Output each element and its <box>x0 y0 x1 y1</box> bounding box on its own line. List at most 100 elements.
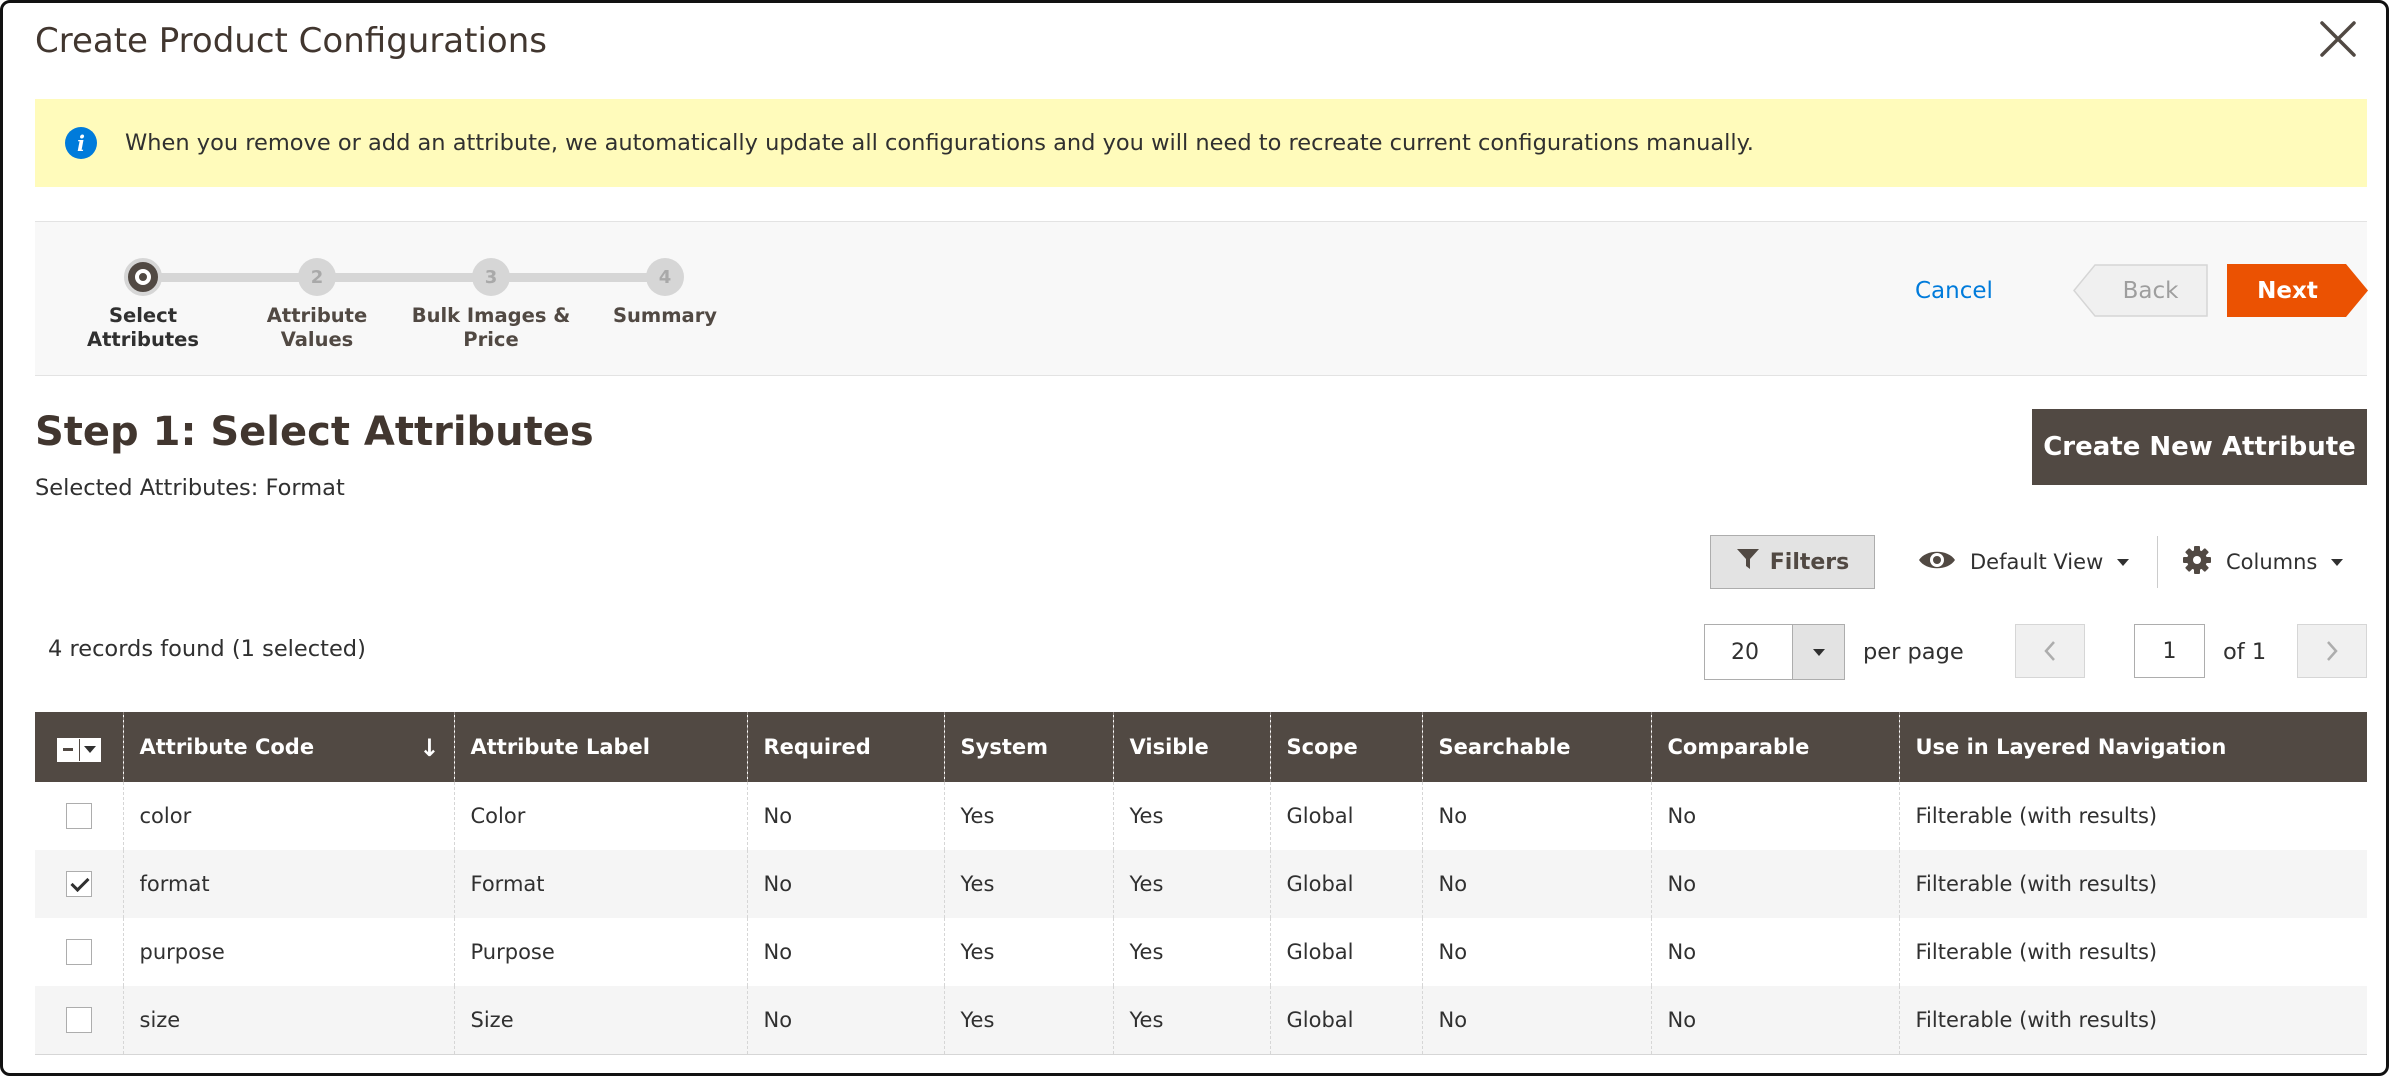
chevron-down-icon <box>80 739 100 761</box>
cell-scope: Global <box>1269 986 1422 1055</box>
table-row[interactable]: format Format No Yes Yes Global No No Fi… <box>35 850 2367 918</box>
wizard-bar: Select Attributes 2 Attribute Values 3 B… <box>35 221 2368 376</box>
columns-label: Columns <box>2226 550 2318 574</box>
cell-system: Yes <box>943 850 1113 918</box>
row-checkbox[interactable] <box>65 939 92 965</box>
cell-comparable: No <box>1650 986 1899 1055</box>
wizard-step-attribute-values[interactable]: 2 Attribute Values <box>217 258 417 352</box>
filters-button[interactable]: Filters <box>1710 535 1875 589</box>
chevron-down-icon <box>2331 558 2344 566</box>
step-label: Attribute Values <box>266 304 368 351</box>
cell-required: No <box>746 850 944 918</box>
toolbar-divider <box>2157 536 2158 588</box>
attributes-grid: Attribute Code ↓ Attribute Label Required… <box>35 712 2367 1055</box>
mass-select-header[interactable] <box>35 712 123 782</box>
wizard-step-bulk-images-price[interactable]: 3 Bulk Images & Price <box>391 258 591 352</box>
cell-layered-navigation: Filterable (with results) <box>1898 918 2367 986</box>
wizard-step-select-attributes[interactable]: Select Attributes <box>43 258 243 352</box>
column-header-layered-navigation[interactable]: Use in Layered Navigation <box>1898 712 2367 782</box>
column-header-attribute-code[interactable]: Attribute Code ↓ <box>122 712 454 782</box>
sort-down-icon: ↓ <box>419 734 440 762</box>
row-checkbox[interactable] <box>65 1006 92 1033</box>
cell-attribute-label: Size <box>453 986 747 1055</box>
back-button[interactable]: Back <box>2073 264 2208 317</box>
cell-required: No <box>746 986 944 1055</box>
column-header-attribute-label[interactable]: Attribute Label <box>453 712 747 782</box>
mass-select-control[interactable] <box>56 737 101 762</box>
create-new-attribute-button[interactable]: Create New Attribute <box>2032 409 2367 485</box>
table-row[interactable]: purpose Purpose No Yes Yes Global No No … <box>35 918 2367 986</box>
per-page-value: 20 <box>1731 639 1759 665</box>
wizard-step-summary[interactable]: 4 Summary <box>565 258 765 328</box>
column-header-required[interactable]: Required <box>746 712 944 782</box>
notice-message: When you remove or add an attribute, we … <box>125 130 1754 156</box>
cell-visible: Yes <box>1112 782 1270 850</box>
cell-scope: Global <box>1269 782 1422 850</box>
column-header-visible[interactable]: Visible <box>1112 712 1270 782</box>
cell-layered-navigation: Filterable (with results) <box>1898 986 2367 1055</box>
step-number: 4 <box>646 258 684 296</box>
step-title: Step 1: Select Attributes <box>35 409 594 455</box>
selected-attributes: Selected Attributes: Format <box>35 475 345 501</box>
column-header-searchable[interactable]: Searchable <box>1421 712 1651 782</box>
info-icon: i <box>65 127 97 159</box>
table-row[interactable]: color Color No Yes Yes Global No No Filt… <box>35 782 2367 850</box>
next-button-label: Next <box>2257 277 2318 304</box>
column-header-comparable[interactable]: Comparable <box>1650 712 1899 782</box>
per-page-dropdown-toggle[interactable] <box>1792 625 1844 679</box>
chevron-down-icon <box>1812 648 1825 656</box>
modal-title: Create Product Configurations <box>35 21 547 61</box>
filter-icon <box>1736 547 1760 577</box>
modal-frame: Create Product Configurations i When you… <box>0 0 2389 1076</box>
next-button[interactable]: Next <box>2227 264 2368 317</box>
cell-visible: Yes <box>1112 850 1270 918</box>
page-of-total: of 1 <box>2223 639 2267 665</box>
cell-layered-navigation: Filterable (with results) <box>1898 850 2367 918</box>
next-page-button[interactable] <box>2297 624 2367 678</box>
cell-visible: Yes <box>1112 918 1270 986</box>
cell-layered-navigation: Filterable (with results) <box>1898 782 2367 850</box>
cell-comparable: No <box>1650 850 1899 918</box>
columns-dropdown[interactable]: Columns <box>2182 544 2344 580</box>
back-button-label: Back <box>2122 277 2179 304</box>
cell-attribute-label: Color <box>453 782 747 850</box>
chevron-left-icon <box>2044 641 2055 661</box>
cell-attribute-code: format <box>122 850 454 918</box>
cell-scope: Global <box>1269 850 1422 918</box>
eye-icon <box>1918 548 1956 577</box>
grid-header-row: Attribute Code ↓ Attribute Label Required… <box>35 712 2367 782</box>
page-number-input[interactable] <box>2134 624 2205 678</box>
cell-visible: Yes <box>1112 986 1270 1055</box>
cell-comparable: No <box>1650 918 1899 986</box>
per-page-select[interactable]: 20 <box>1704 624 1845 680</box>
chevron-right-icon <box>2327 641 2338 661</box>
notice-banner: i When you remove or add an attribute, w… <box>35 99 2367 187</box>
cell-comparable: No <box>1650 782 1899 850</box>
default-view-label: Default View <box>1970 550 2104 574</box>
default-view-dropdown[interactable]: Default View <box>1918 544 2130 580</box>
minus-icon <box>57 738 80 761</box>
cell-attribute-label: Purpose <box>453 918 747 986</box>
step-label: Select Attributes <box>86 304 200 351</box>
column-header-system[interactable]: System <box>943 712 1113 782</box>
close-icon[interactable] <box>2316 17 2360 61</box>
step-number: 3 <box>472 258 510 296</box>
cell-attribute-code: purpose <box>122 918 454 986</box>
step-active-indicator <box>124 258 162 296</box>
filters-label: Filters <box>1769 549 1850 575</box>
previous-page-button[interactable] <box>2015 624 2085 678</box>
cancel-link[interactable]: Cancel <box>1915 278 1993 304</box>
cell-required: No <box>746 782 944 850</box>
step-number: 2 <box>298 258 336 296</box>
cell-searchable: No <box>1421 782 1651 850</box>
column-header-scope[interactable]: Scope <box>1269 712 1422 782</box>
row-checkbox[interactable] <box>65 871 92 897</box>
step-label: Summary <box>612 304 718 327</box>
cell-attribute-code: color <box>122 782 454 850</box>
row-checkbox[interactable] <box>65 803 92 829</box>
table-row[interactable]: size Size No Yes Yes Global No No Filter… <box>35 986 2367 1055</box>
gear-icon <box>2182 545 2212 580</box>
cell-required: No <box>746 918 944 986</box>
cell-searchable: No <box>1421 918 1651 986</box>
step-label: Bulk Images & Price <box>411 304 571 351</box>
